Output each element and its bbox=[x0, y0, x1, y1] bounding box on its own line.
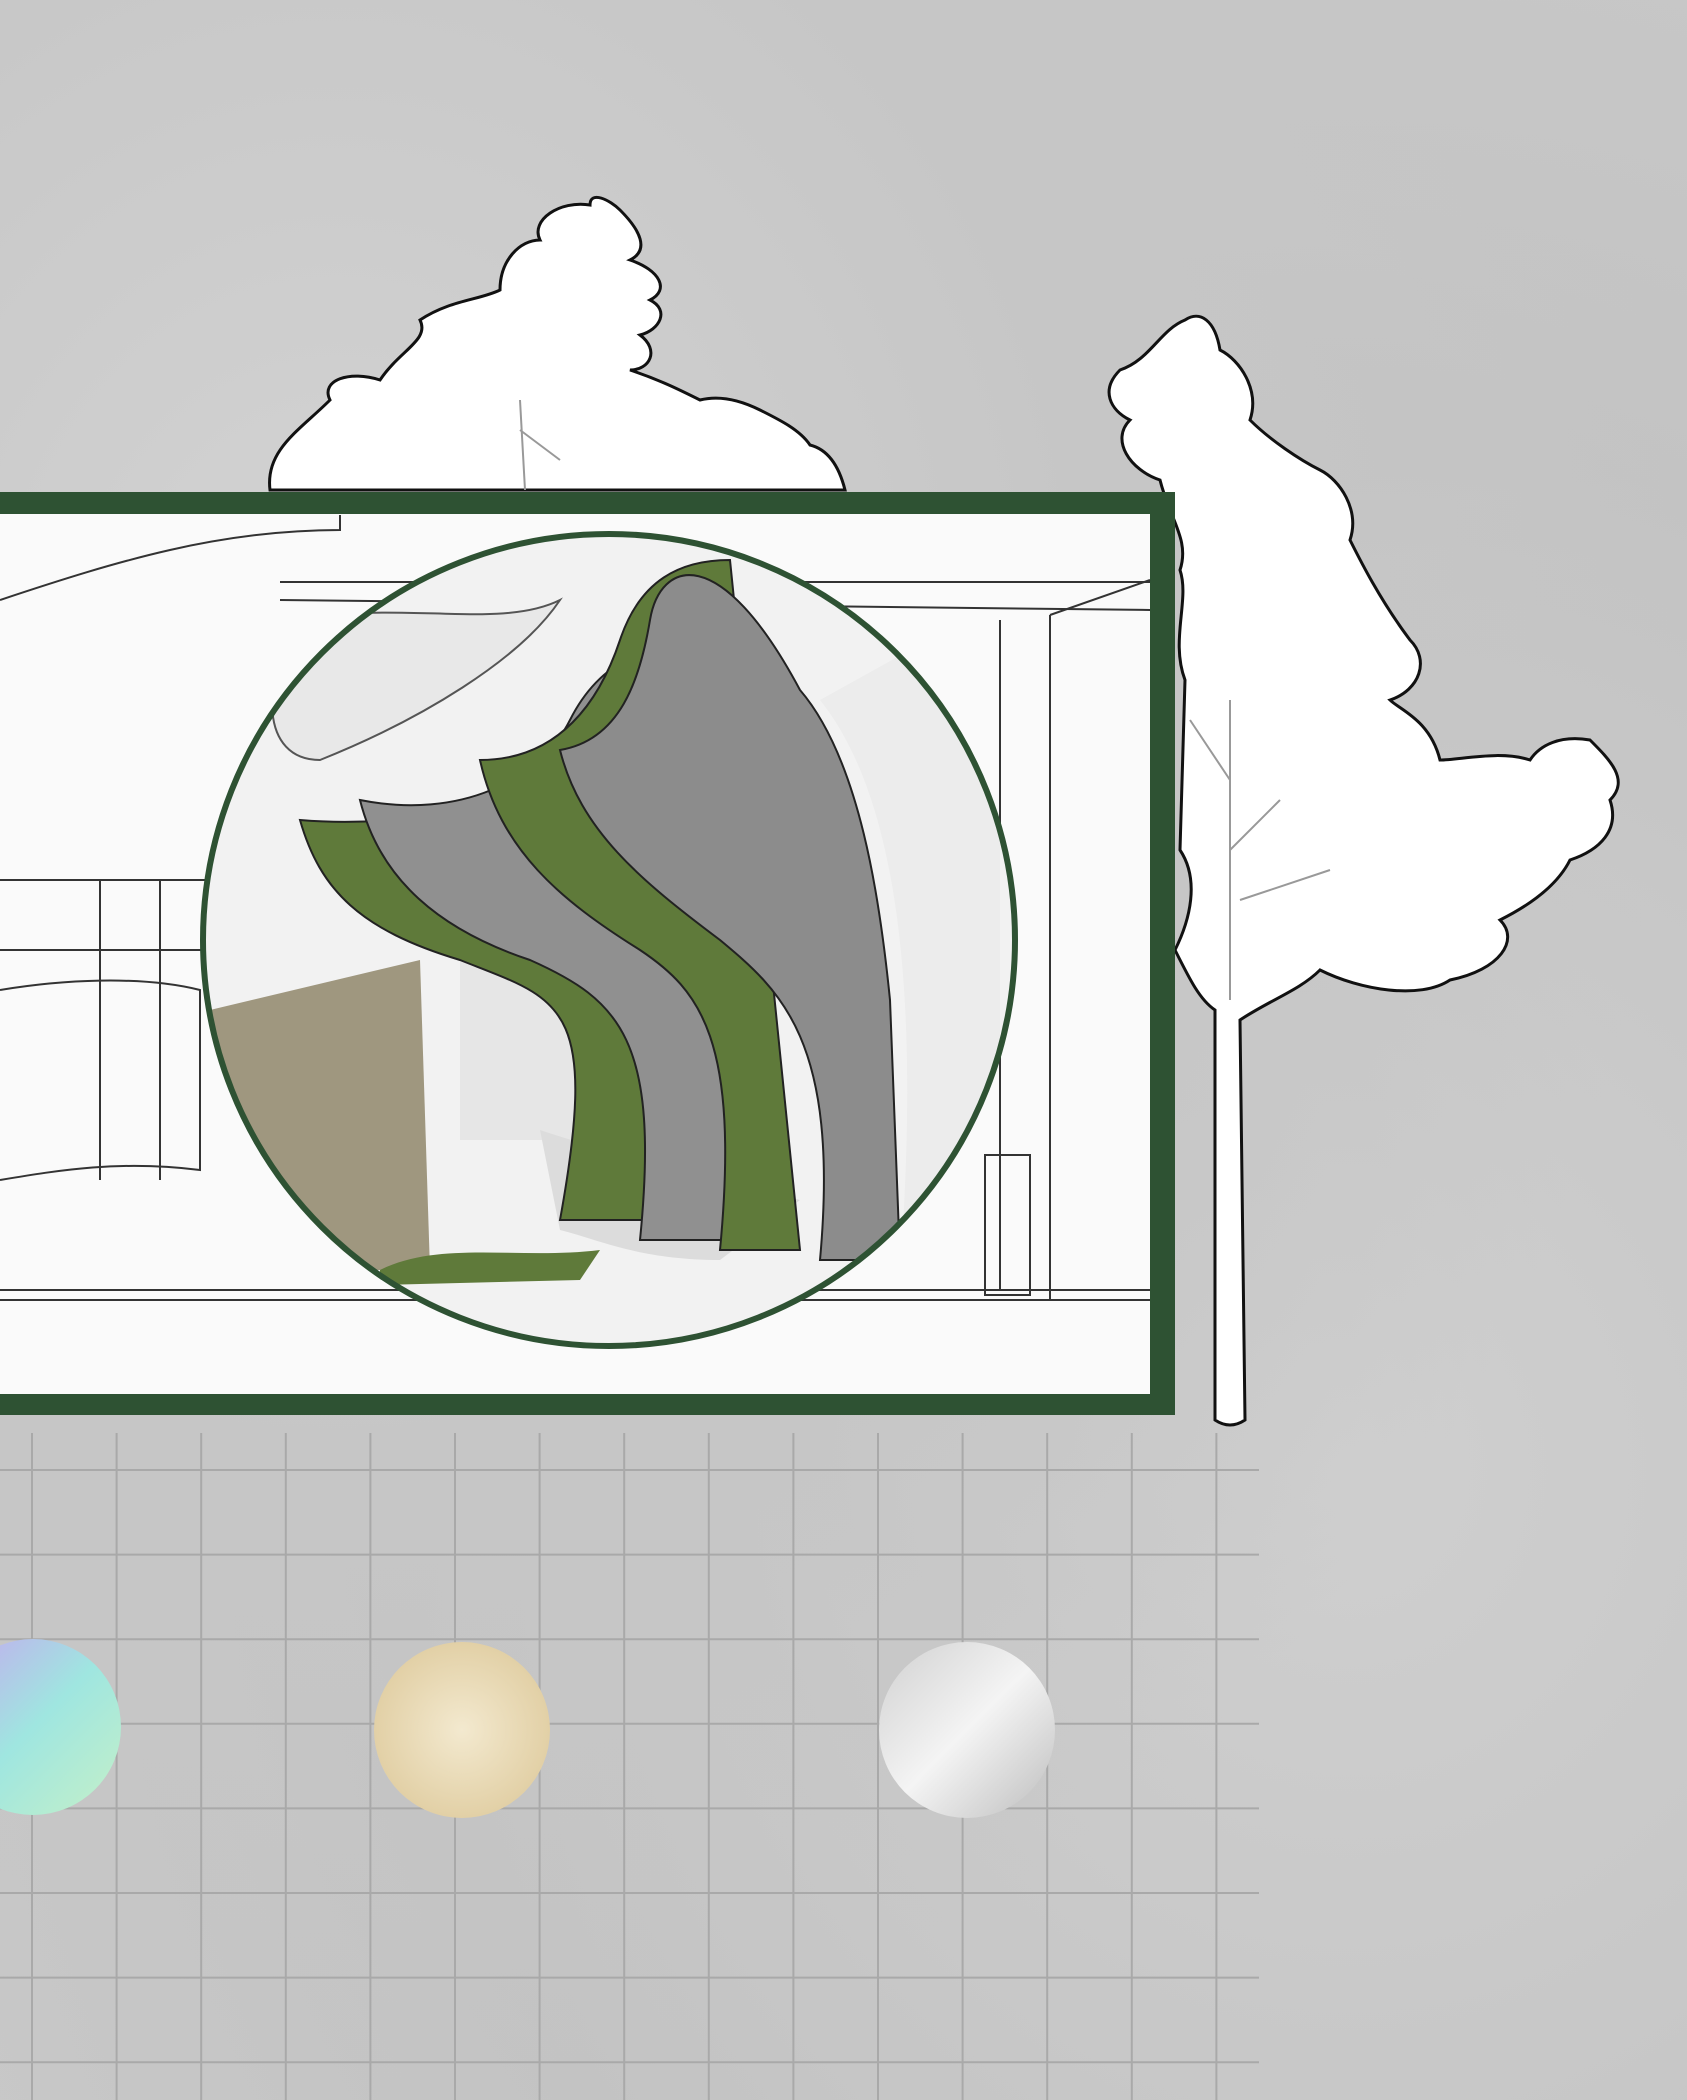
swatch-iridescent bbox=[0, 1639, 121, 1815]
tree-left bbox=[268, 195, 847, 492]
tree-right bbox=[1107, 314, 1620, 1427]
grid bbox=[0, 1433, 1259, 2100]
swatch-wood bbox=[374, 1642, 550, 1818]
circular-detail-rendering bbox=[200, 531, 1018, 1349]
board-artwork bbox=[0, 195, 1620, 2100]
swatch-aluminium bbox=[879, 1642, 1055, 1818]
